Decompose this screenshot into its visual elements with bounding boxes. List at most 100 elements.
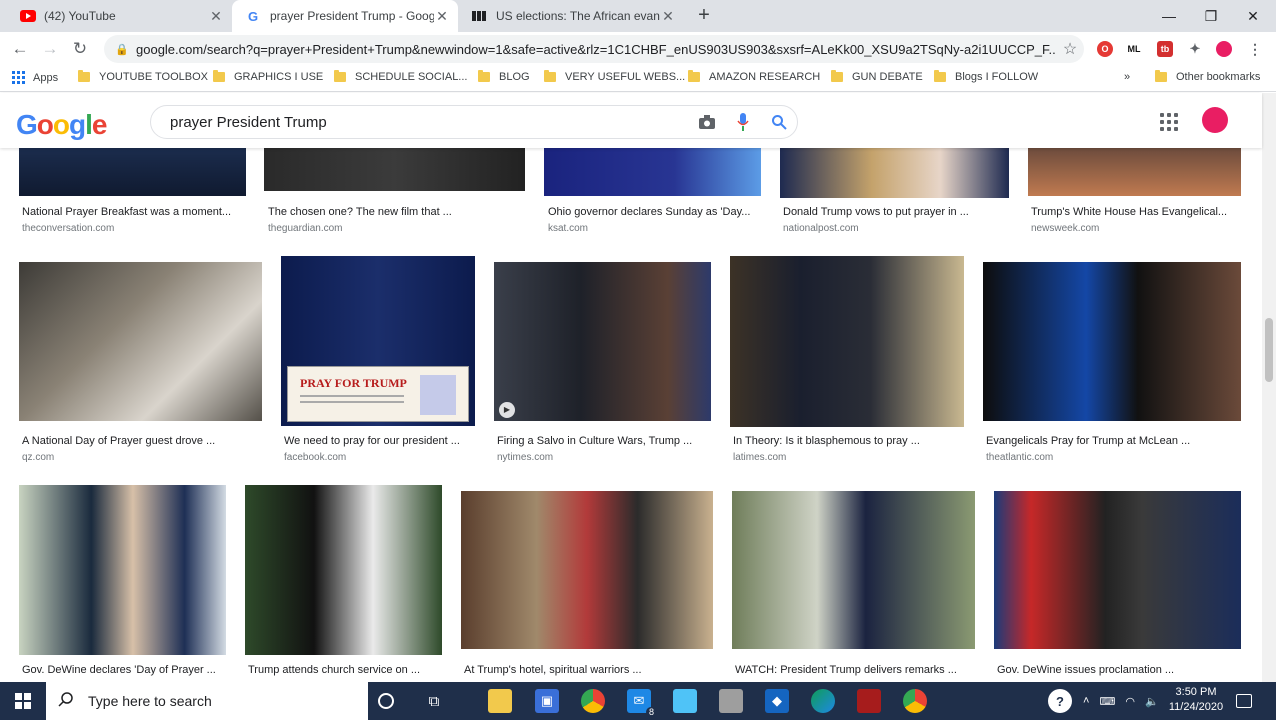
result-caption[interactable]: Evangelicals Pray for Trump at McLean ..… bbox=[986, 435, 1240, 447]
result-image[interactable] bbox=[780, 148, 1009, 198]
task-view-icon[interactable]: ⧉ bbox=[422, 689, 446, 713]
new-tab-button[interactable]: + bbox=[692, 4, 716, 28]
photos-icon[interactable] bbox=[719, 689, 743, 713]
result-caption[interactable]: Ohio governor declares Sunday as 'Day... bbox=[548, 206, 760, 218]
result-caption[interactable]: National Prayer Breakfast was a moment..… bbox=[22, 206, 244, 218]
tab-bbc[interactable]: US elections: The African evange ✕ bbox=[458, 0, 684, 32]
microphone-icon[interactable] bbox=[725, 107, 761, 137]
result-caption[interactable]: In Theory: Is it blasphemous to pray ... bbox=[733, 435, 963, 447]
chrome-icon[interactable] bbox=[581, 689, 605, 713]
camera-icon[interactable] bbox=[689, 107, 725, 137]
result-caption[interactable]: At Trump's hotel, spiritual warriors ... bbox=[464, 664, 713, 676]
file-explorer-icon[interactable] bbox=[488, 689, 512, 713]
bookmark-other[interactable]: Other bookmarks bbox=[1155, 70, 1260, 83]
result-image[interactable]: PRAY FOR TRUMP bbox=[281, 256, 475, 426]
menu-icon[interactable]: ⋮ bbox=[1247, 41, 1263, 57]
result-image[interactable] bbox=[264, 148, 525, 191]
close-icon[interactable]: ✕ bbox=[660, 8, 676, 25]
wifi-icon[interactable]: ◠ bbox=[1125, 695, 1135, 708]
forward-button[interactable]: → bbox=[38, 37, 62, 61]
chrome-canary-icon[interactable] bbox=[903, 689, 927, 713]
search-box[interactable]: prayer President Trump bbox=[150, 105, 798, 139]
snipping-icon[interactable]: ◆ bbox=[765, 689, 789, 713]
result-caption[interactable]: We need to pray for our president ... bbox=[284, 435, 474, 447]
result-image[interactable] bbox=[544, 148, 761, 196]
address-bar[interactable]: 🔒 google.com/search?q=prayer+President+T… bbox=[104, 35, 1084, 63]
bookmark-item[interactable]: GRAPHICS I USE bbox=[213, 70, 323, 83]
result-image[interactable] bbox=[19, 262, 262, 421]
tab-title: prayer President Trump - Google bbox=[270, 9, 434, 23]
result-caption[interactable]: Gov. DeWine issues proclamation ... bbox=[997, 664, 1241, 676]
result-caption[interactable]: Gov. DeWine declares 'Day of Prayer ... bbox=[22, 664, 226, 676]
result-image[interactable] bbox=[461, 491, 713, 649]
browser-toolbar: ← → ↻ 🔒 google.com/search?q=prayer+Presi… bbox=[0, 32, 1276, 66]
bookmark-item[interactable]: BLOG bbox=[478, 70, 530, 83]
volume-icon[interactable]: 🔈 bbox=[1145, 695, 1159, 708]
google-apps-icon[interactable] bbox=[1160, 113, 1178, 131]
back-button[interactable]: ← bbox=[8, 37, 32, 61]
result-image[interactable] bbox=[245, 485, 442, 655]
bookmark-item[interactable]: SCHEDULE SOCIAL... bbox=[334, 70, 467, 83]
result-caption[interactable]: WATCH: President Trump delivers remarks … bbox=[735, 664, 975, 676]
folder-icon bbox=[334, 70, 346, 82]
notifications-icon[interactable] bbox=[1236, 694, 1252, 708]
tab-youtube[interactable]: (42) YouTube ✕ bbox=[6, 0, 232, 32]
account-avatar[interactable] bbox=[1202, 107, 1228, 133]
system-tray: ˄ ⌨ ◠ 🔈 bbox=[1078, 682, 1164, 720]
search-input[interactable]: prayer President Trump bbox=[170, 114, 689, 131]
bookmark-apps[interactable]: Apps bbox=[12, 71, 58, 84]
taskbar-clock[interactable]: 3:50 PM 11/24/2020 bbox=[1168, 685, 1224, 715]
close-window-button[interactable]: ✕ bbox=[1230, 0, 1276, 32]
result-caption[interactable]: Trump attends church service on ... bbox=[248, 664, 442, 676]
result-image[interactable] bbox=[1028, 148, 1241, 196]
red-app-icon[interactable] bbox=[857, 689, 881, 713]
bookmark-item[interactable]: Blogs I FOLLOW bbox=[934, 70, 1038, 83]
close-icon[interactable]: ✕ bbox=[208, 8, 224, 25]
tab-google-search[interactable]: G prayer President Trump - Google ✕ bbox=[232, 0, 458, 32]
page-scrollbar[interactable] bbox=[1262, 93, 1276, 682]
bookmark-star-icon[interactable]: ☆ bbox=[1056, 39, 1084, 59]
result-image[interactable] bbox=[19, 148, 246, 196]
result-image[interactable] bbox=[730, 256, 964, 427]
result-caption[interactable]: Firing a Salvo in Culture Wars, Trump ..… bbox=[497, 435, 711, 447]
result-caption[interactable]: A National Day of Prayer guest drove ... bbox=[22, 435, 262, 447]
reload-button[interactable]: ↻ bbox=[68, 37, 92, 61]
minimize-button[interactable]: — bbox=[1146, 0, 1192, 32]
bookmark-item[interactable]: VERY USEFUL WEBS... bbox=[544, 70, 685, 83]
mail-icon[interactable]: ✉ 8 bbox=[627, 689, 657, 717]
praying-figure-image bbox=[420, 375, 456, 415]
puzzle-icon[interactable]: ✦ bbox=[1187, 41, 1203, 57]
result-image[interactable] bbox=[732, 491, 975, 649]
ml-extension-icon[interactable]: ML bbox=[1126, 41, 1142, 57]
result-image[interactable] bbox=[994, 491, 1241, 649]
bookmark-item[interactable]: YOUTUBE TOOLBOX bbox=[78, 70, 208, 83]
result-caption[interactable]: Donald Trump vows to put prayer in ... bbox=[783, 206, 1007, 218]
close-icon[interactable]: ✕ bbox=[434, 8, 450, 25]
result-caption[interactable]: Trump's White House Has Evangelical... bbox=[1031, 206, 1241, 218]
profile-avatar[interactable] bbox=[1216, 41, 1232, 57]
cortana-icon[interactable] bbox=[378, 693, 394, 709]
bookmarks-overflow-button[interactable]: » bbox=[1124, 71, 1130, 83]
edge-icon[interactable] bbox=[811, 689, 835, 713]
help-icon[interactable]: ? bbox=[1048, 689, 1072, 713]
taskbar-search[interactable]: Type here to search bbox=[46, 682, 368, 720]
search-icon[interactable] bbox=[761, 107, 797, 137]
input-method-icon[interactable]: ⌨ bbox=[1099, 695, 1115, 708]
restore-button[interactable]: ❐ bbox=[1188, 0, 1234, 32]
chevron-up-icon[interactable]: ˄ bbox=[1083, 695, 1089, 707]
opera-extension-icon[interactable]: O bbox=[1097, 41, 1113, 57]
windows-start-icon[interactable] bbox=[0, 682, 46, 720]
tab-title: (42) YouTube bbox=[44, 9, 116, 23]
bookmark-item[interactable]: AMAZON RESEARCH bbox=[688, 70, 820, 83]
result-image[interactable] bbox=[19, 485, 226, 655]
scrollbar-thumb[interactable] bbox=[1265, 318, 1273, 382]
tb-extension-icon[interactable]: tb bbox=[1157, 41, 1173, 57]
desktop-app-icon[interactable] bbox=[673, 689, 697, 713]
google-logo[interactable]: Google bbox=[16, 109, 107, 141]
result-caption[interactable]: The chosen one? The new film that ... bbox=[268, 206, 525, 218]
bookmark-item[interactable]: GUN DEBATE bbox=[831, 70, 923, 83]
folder-icon bbox=[1155, 70, 1167, 82]
result-image[interactable]: ▶ bbox=[494, 262, 711, 421]
result-image[interactable] bbox=[983, 262, 1241, 421]
store-icon[interactable]: ▣ bbox=[535, 689, 559, 713]
